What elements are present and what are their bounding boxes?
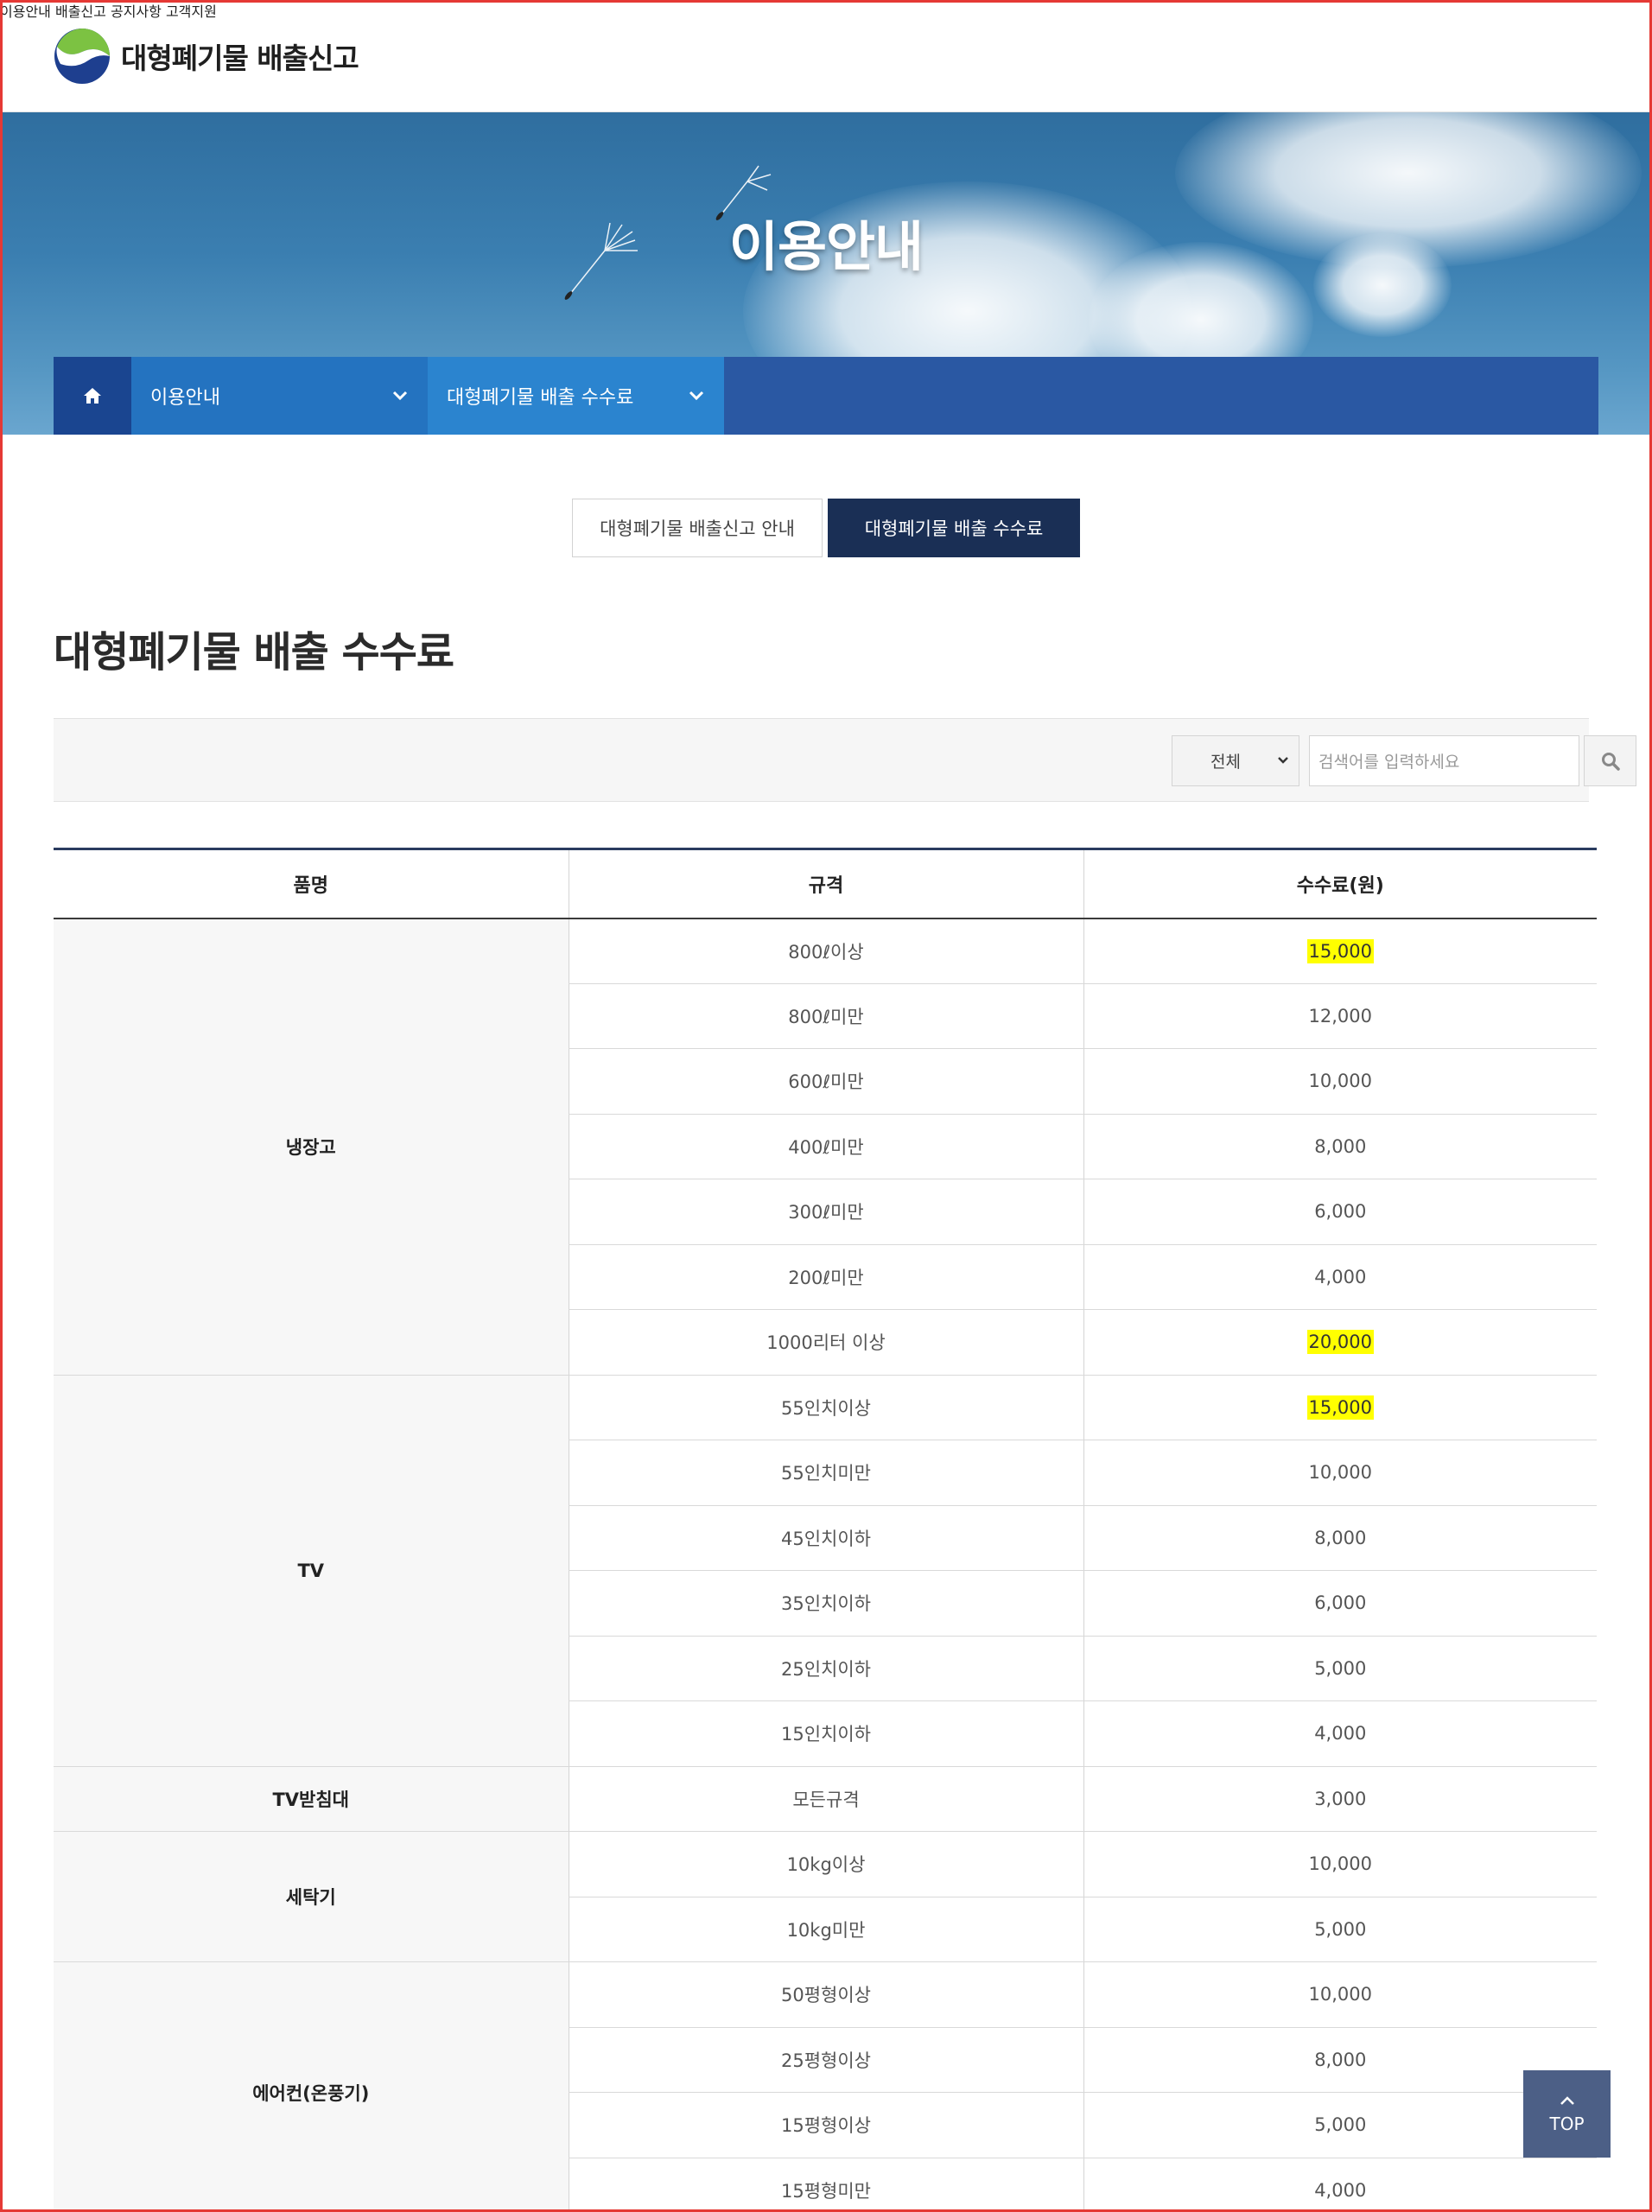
spec-cell: 600ℓ미만 [568,1048,1083,1115]
spec-cell: 800ℓ미만 [568,983,1083,1049]
fee-cell: 10,000 [1083,1831,1597,1897]
scroll-top-button[interactable]: TOP [1523,2070,1611,2158]
spec-cell: 300ℓ미만 [568,1179,1083,1245]
tab-report-guide[interactable]: 대형폐기물 배출신고 안내 [572,499,823,557]
item-cell: TV [54,1375,569,1767]
spec-cell: 200ℓ미만 [568,1244,1083,1310]
table-row: 세탁기 10kg이상 10,000 [54,1831,1597,1962]
nav-item-guide[interactable]: 이용안내 [0,3,51,20]
fee-cell: 4,000 [1083,2158,1597,2212]
fee-cell: 5,000 [1083,1897,1597,1962]
spec-cell: 1000리터 이상 [568,1309,1083,1376]
table-row: TV 55인치이상 15,000 [54,1375,1597,1767]
table-row: 에어컨(온풍기) 50평형이상 10,000 [54,1961,1597,2212]
fee-cell: 12,000 [1083,983,1597,1049]
header-fee: 수수료(원) [1083,848,1597,919]
item-cell: 세탁기 [54,1831,569,1962]
fee-cell: 8,000 [1083,1114,1597,1179]
fee-cell: 3,000 [1083,1766,1597,1832]
category-select-value: 전체 [1210,753,1241,772]
spec-cell: 55인치이상 [568,1375,1083,1440]
search-bar: 전체 검색어를 입력하세요 [54,718,1636,802]
logo-mark-icon [54,29,110,84]
item-cell: 에어컨(온풍기) [54,1961,569,2212]
breadcrumb-level1-dropdown[interactable]: 이용안내 [131,357,428,435]
site-header: 대형폐기물 배출신고 이용안내 배출신고 공지사항 고객지원 [0,0,1652,112]
fee-cell: 6,000 [1083,1570,1597,1637]
table-row: TV받침대 모든규격 3,000 [54,1766,1597,1832]
chevron-up-icon [1560,2095,1574,2105]
fee-cell: 8,000 [1083,2027,1597,2093]
search-button[interactable] [1584,735,1636,786]
fee-value-highlighted: 15,000 [1306,1395,1374,1420]
breadcrumb-level1-label: 이용안내 [150,387,220,409]
search-icon [1601,752,1620,771]
logo-text: 대형폐기물 배출신고 [121,41,359,75]
hero-title: 이용안내 [728,215,924,278]
fee-value-highlighted: 15,000 [1306,938,1374,963]
item-cell: TV받침대 [54,1766,569,1832]
fee-cell: 6,000 [1083,1179,1597,1245]
nav-item-report[interactable]: 배출신고 [55,3,106,20]
fee-cell: 10,000 [1083,1440,1597,1506]
fee-cell: 5,000 [1083,2092,1597,2158]
fee-cell: 10,000 [1083,1961,1597,2028]
page-title: 대형폐기물 배출 수수료 [54,628,454,677]
fee-cell: 15,000 [1083,1375,1597,1440]
spec-cell: 25평형이상 [568,2027,1083,2093]
header-spec: 규격 [568,848,1083,919]
spec-cell: 모든규격 [568,1766,1083,1832]
spec-cell: 10kg미만 [568,1897,1083,1962]
breadcrumb-level2-label: 대형폐기물 배출 수수료 [447,387,634,409]
fee-table: 품명 규격 수수료(원) 냉장고 800ℓ이상 15,000 800ℓ미만 12… [54,848,1597,2212]
fee-value-highlighted: 20,000 [1306,1330,1374,1355]
nav-item-notice[interactable]: 공지사항 [111,3,162,20]
fee-cell: 8,000 [1083,1505,1597,1571]
spec-cell: 50평형이상 [568,1961,1083,2028]
fee-cell: 4,000 [1083,1244,1597,1310]
spec-cell: 10kg이상 [568,1831,1083,1897]
scroll-top-label: TOP [1549,2113,1585,2134]
table-header-row: 품명 규격 수수료(원) [54,848,1597,919]
home-icon [84,388,101,404]
chevron-down-icon [392,391,408,401]
breadcrumb-home[interactable] [54,357,131,435]
spec-cell: 35인치이하 [568,1570,1083,1637]
spec-cell: 15평형이상 [568,2092,1083,2158]
fee-cell: 15,000 [1083,918,1597,984]
category-select[interactable]: 전체 [1172,735,1299,786]
breadcrumb: 이용안내 대형폐기물 배출 수수료 [54,357,1598,435]
spec-cell: 800ℓ이상 [568,918,1083,984]
header-item: 품명 [54,848,569,919]
fee-cell: 20,000 [1083,1309,1597,1376]
item-cell: 냉장고 [54,918,569,1376]
fee-cell: 10,000 [1083,1048,1597,1115]
spec-cell: 15평형미만 [568,2158,1083,2212]
table-row: 냉장고 800ℓ이상 15,000 [54,918,1597,1376]
spec-cell: 400ℓ미만 [568,1114,1083,1179]
nav-item-support[interactable]: 고객지원 [166,3,217,20]
chevron-down-icon [1278,757,1288,764]
site-logo[interactable]: 대형폐기물 배출신고 [54,28,359,85]
tab-disposal-fee[interactable]: 대형폐기물 배출 수수료 [828,499,1080,557]
spec-cell: 55인치미만 [568,1440,1083,1506]
spec-cell: 15인치이하 [568,1700,1083,1767]
fee-cell: 5,000 [1083,1636,1597,1701]
search-input[interactable]: 검색어를 입력하세요 [1309,735,1579,786]
fee-cell: 4,000 [1083,1700,1597,1767]
spec-cell: 25인치이하 [568,1636,1083,1701]
chevron-down-icon [689,391,704,401]
spec-cell: 45인치이하 [568,1505,1083,1571]
breadcrumb-level2-dropdown[interactable]: 대형폐기물 배출 수수료 [428,357,724,435]
